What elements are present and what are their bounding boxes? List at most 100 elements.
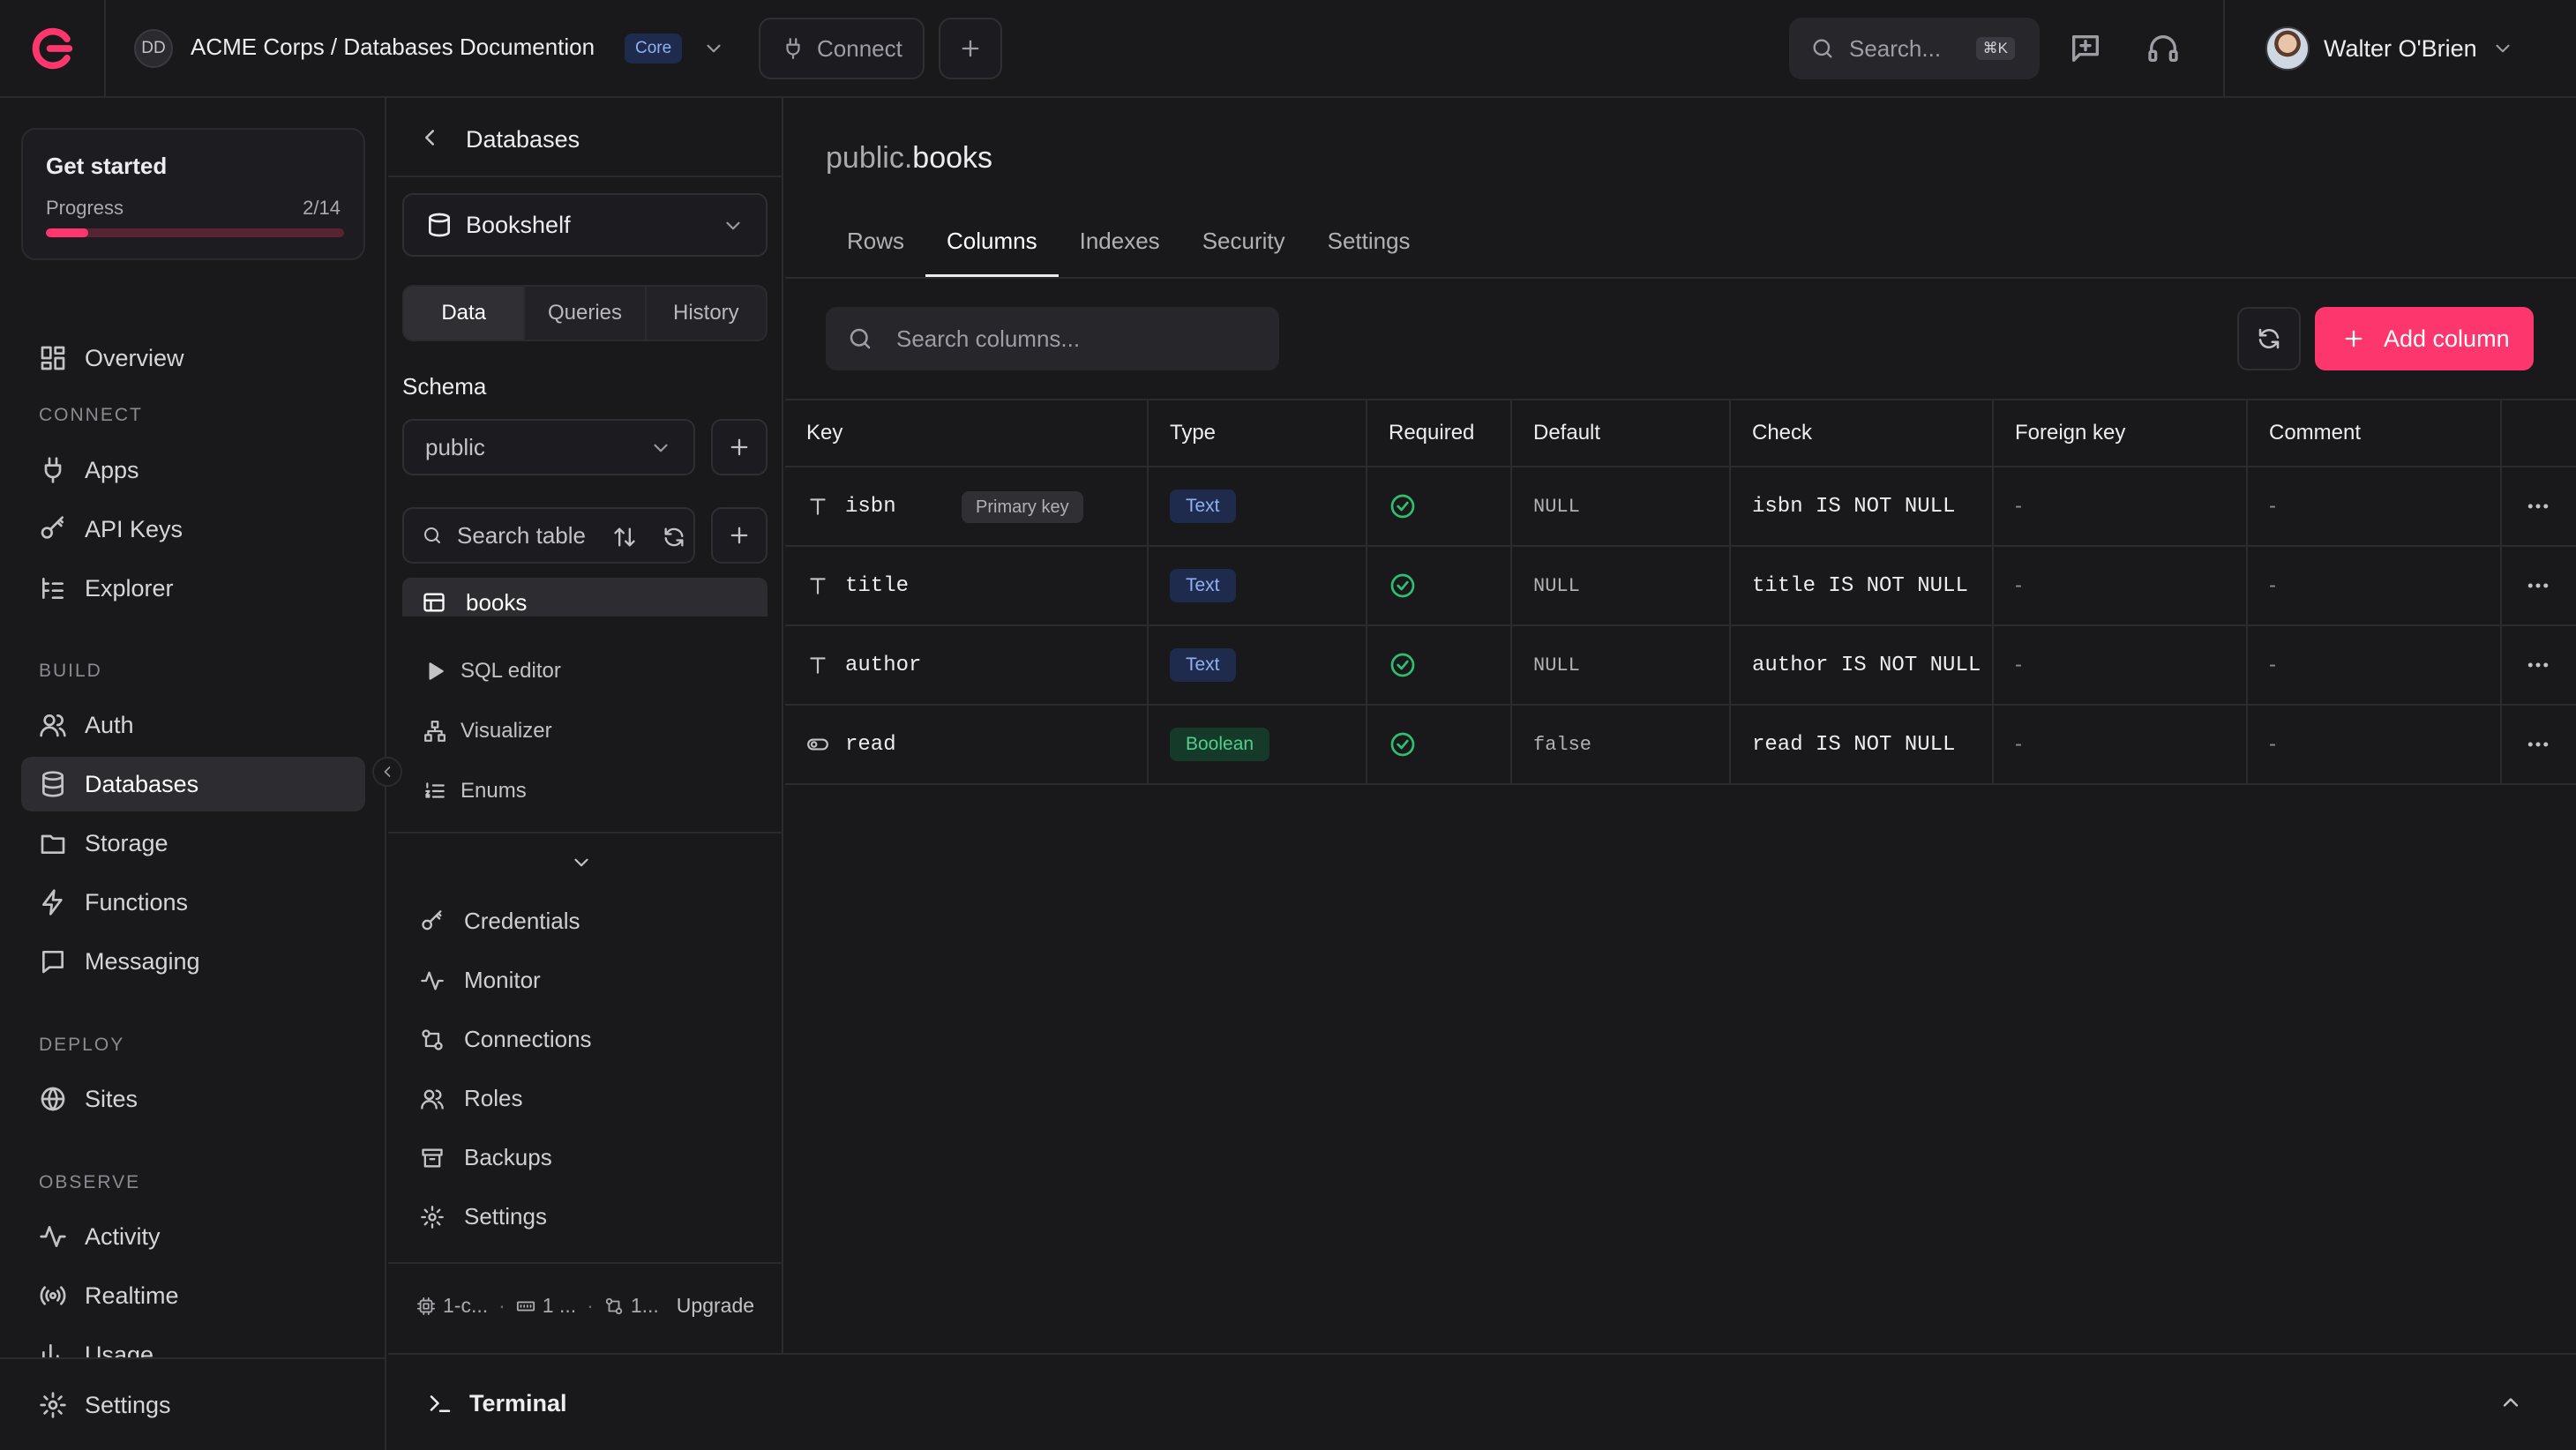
key-cell: isbn Primary key — [785, 467, 1149, 545]
column-header-type[interactable]: Type — [1149, 400, 1367, 466]
columns-search-input[interactable]: Search columns... — [826, 307, 1279, 370]
add-column-button[interactable]: Add column — [2315, 307, 2534, 370]
tab-data[interactable]: Data — [404, 287, 526, 340]
play-icon — [423, 660, 446, 683]
get-started-card[interactable]: Get started Progress 2/14 — [21, 128, 365, 260]
panel-item-connections[interactable]: Connections — [420, 1026, 592, 1053]
sidebar-item-databases[interactable]: Databases — [21, 757, 365, 811]
add-button[interactable] — [939, 18, 1002, 79]
chevron-down-icon — [649, 437, 672, 460]
sidebar-item-sites[interactable]: Sites — [21, 1072, 365, 1126]
database-select[interactable]: Bookshelf — [402, 193, 768, 257]
chevron-left-icon[interactable] — [416, 124, 443, 151]
more-horizontal-icon[interactable] — [2525, 731, 2551, 758]
panel-item-roles[interactable]: Roles — [420, 1085, 522, 1112]
key-cell: author — [785, 626, 1149, 704]
column-header-check[interactable]: Check — [1731, 400, 1994, 466]
sidebar-item-explorer[interactable]: Explorer — [21, 561, 365, 616]
table-tabs: Rows Columns Indexes Security Settings — [826, 222, 1432, 277]
columns-table: Key Type Required Default Check Foreign … — [785, 399, 2576, 785]
tab-security[interactable]: Security — [1181, 222, 1307, 277]
tab-queries[interactable]: Queries — [525, 287, 647, 340]
sidebar-item-usage[interactable]: Usage — [21, 1327, 365, 1357]
sidebar-item-label: Sites — [85, 1085, 139, 1112]
column-header-key[interactable]: Key — [785, 400, 1149, 466]
sidebar-item-storage[interactable]: Storage — [21, 816, 365, 871]
panel-item-settings[interactable]: Settings — [420, 1203, 547, 1230]
sidebar-item-label: Databases — [85, 770, 199, 797]
column-header-foreign-key[interactable]: Foreign key — [1994, 400, 2248, 466]
collapse-sidebar-button[interactable] — [372, 757, 402, 787]
default-value: NULL — [1533, 574, 1580, 597]
schema-select[interactable]: public — [402, 419, 695, 475]
connect-button[interactable]: Connect — [759, 18, 925, 79]
tool-sql-editor[interactable]: SQL editor — [423, 659, 561, 684]
sidebar-item-api-keys[interactable]: API Keys — [21, 502, 365, 557]
tool-enums[interactable]: Enums — [423, 779, 527, 803]
search-placeholder: Search... — [1849, 34, 1942, 62]
check-circle-icon — [1389, 572, 1417, 600]
chevron-up-icon[interactable] — [2498, 1390, 2523, 1415]
chevron-down-icon[interactable] — [570, 851, 593, 874]
table-row[interactable]: title Text NULL title IS NOT NULL - - — [785, 547, 2576, 626]
check-value: title IS NOT NULL — [1752, 573, 1968, 598]
tool-visualizer[interactable]: Visualizer — [423, 719, 552, 744]
add-table-button[interactable] — [711, 507, 768, 564]
sidebar-item-overview[interactable]: Overview — [21, 331, 365, 385]
table-row[interactable]: author Text NULL author IS NOT NULL - - — [785, 626, 2576, 706]
terminal-bar[interactable]: Terminal — [388, 1353, 2576, 1450]
upgrade-link[interactable]: Upgrade — [677, 1294, 754, 1318]
sidebar-item-auth[interactable]: Auth — [21, 698, 365, 752]
plus-icon — [727, 523, 752, 548]
more-horizontal-icon[interactable] — [2525, 493, 2551, 519]
table-search-input[interactable]: Search table — [402, 507, 695, 564]
sidebar-item-functions[interactable]: Functions — [21, 875, 365, 930]
org-avatar[interactable]: DD — [134, 29, 173, 68]
text-type-icon — [806, 495, 829, 518]
connections-value: 1... — [630, 1294, 659, 1317]
sort-icon[interactable] — [612, 525, 637, 549]
refresh-icon[interactable] — [662, 525, 686, 549]
sidebar-item-realtime[interactable]: Realtime — [21, 1268, 365, 1323]
chevron-down-icon[interactable] — [702, 37, 725, 60]
more-horizontal-icon[interactable] — [2525, 652, 2551, 678]
more-horizontal-icon[interactable] — [2525, 572, 2551, 599]
table-item-books[interactable]: books — [402, 578, 768, 617]
check-value: author IS NOT NULL — [1752, 653, 1981, 677]
tab-indexes[interactable]: Indexes — [1059, 222, 1181, 277]
appwrite-logo-icon[interactable] — [26, 23, 78, 74]
panel-item-credentials[interactable]: Credentials — [420, 908, 580, 935]
global-search[interactable]: Search... ⌘K — [1789, 18, 2040, 79]
user-menu[interactable]: Walter O'Brien — [2265, 26, 2514, 71]
divider — [2223, 0, 2225, 98]
sidebar-item-label: Auth — [85, 711, 134, 738]
divider — [388, 1262, 782, 1264]
progress-label: Progress — [46, 197, 124, 219]
sidebar-item-activity[interactable]: Activity — [21, 1209, 365, 1264]
sidebar-item-settings[interactable]: Settings — [21, 1378, 365, 1432]
panel-item-monitor[interactable]: Monitor — [420, 967, 541, 994]
tab-rows[interactable]: Rows — [826, 222, 925, 277]
add-schema-button[interactable] — [711, 419, 768, 475]
table-row[interactable]: read Boolean false read IS NOT NULL - - — [785, 706, 2576, 785]
org-project-title[interactable]: ACME Corps / Databases Documention — [191, 34, 595, 61]
refresh-button[interactable] — [2237, 307, 2301, 370]
tab-history[interactable]: History — [647, 287, 766, 340]
tab-settings[interactable]: Settings — [1307, 222, 1432, 277]
chevron-left-icon — [378, 763, 396, 781]
headset-support-icon[interactable] — [2145, 31, 2181, 66]
panel-item-label: Roles — [464, 1085, 523, 1111]
panel-item-label: Credentials — [464, 908, 580, 934]
column-header-default[interactable]: Default — [1512, 400, 1731, 466]
sidebar-item-apps[interactable]: Apps — [21, 443, 365, 497]
column-key: author — [845, 653, 922, 677]
column-header-required[interactable]: Required — [1367, 400, 1512, 466]
column-header-comment[interactable]: Comment — [2248, 400, 2502, 466]
tab-columns[interactable]: Columns — [925, 222, 1059, 277]
feedback-icon[interactable] — [2068, 31, 2103, 66]
check-circle-icon — [1389, 651, 1417, 679]
sidebar-item-messaging[interactable]: Messaging — [21, 934, 365, 989]
panel-item-backups[interactable]: Backups — [420, 1144, 552, 1171]
foreign-key-cell: - — [1994, 626, 2248, 704]
table-row[interactable]: isbn Primary key Text NULL isbn IS NOT N… — [785, 467, 2576, 547]
